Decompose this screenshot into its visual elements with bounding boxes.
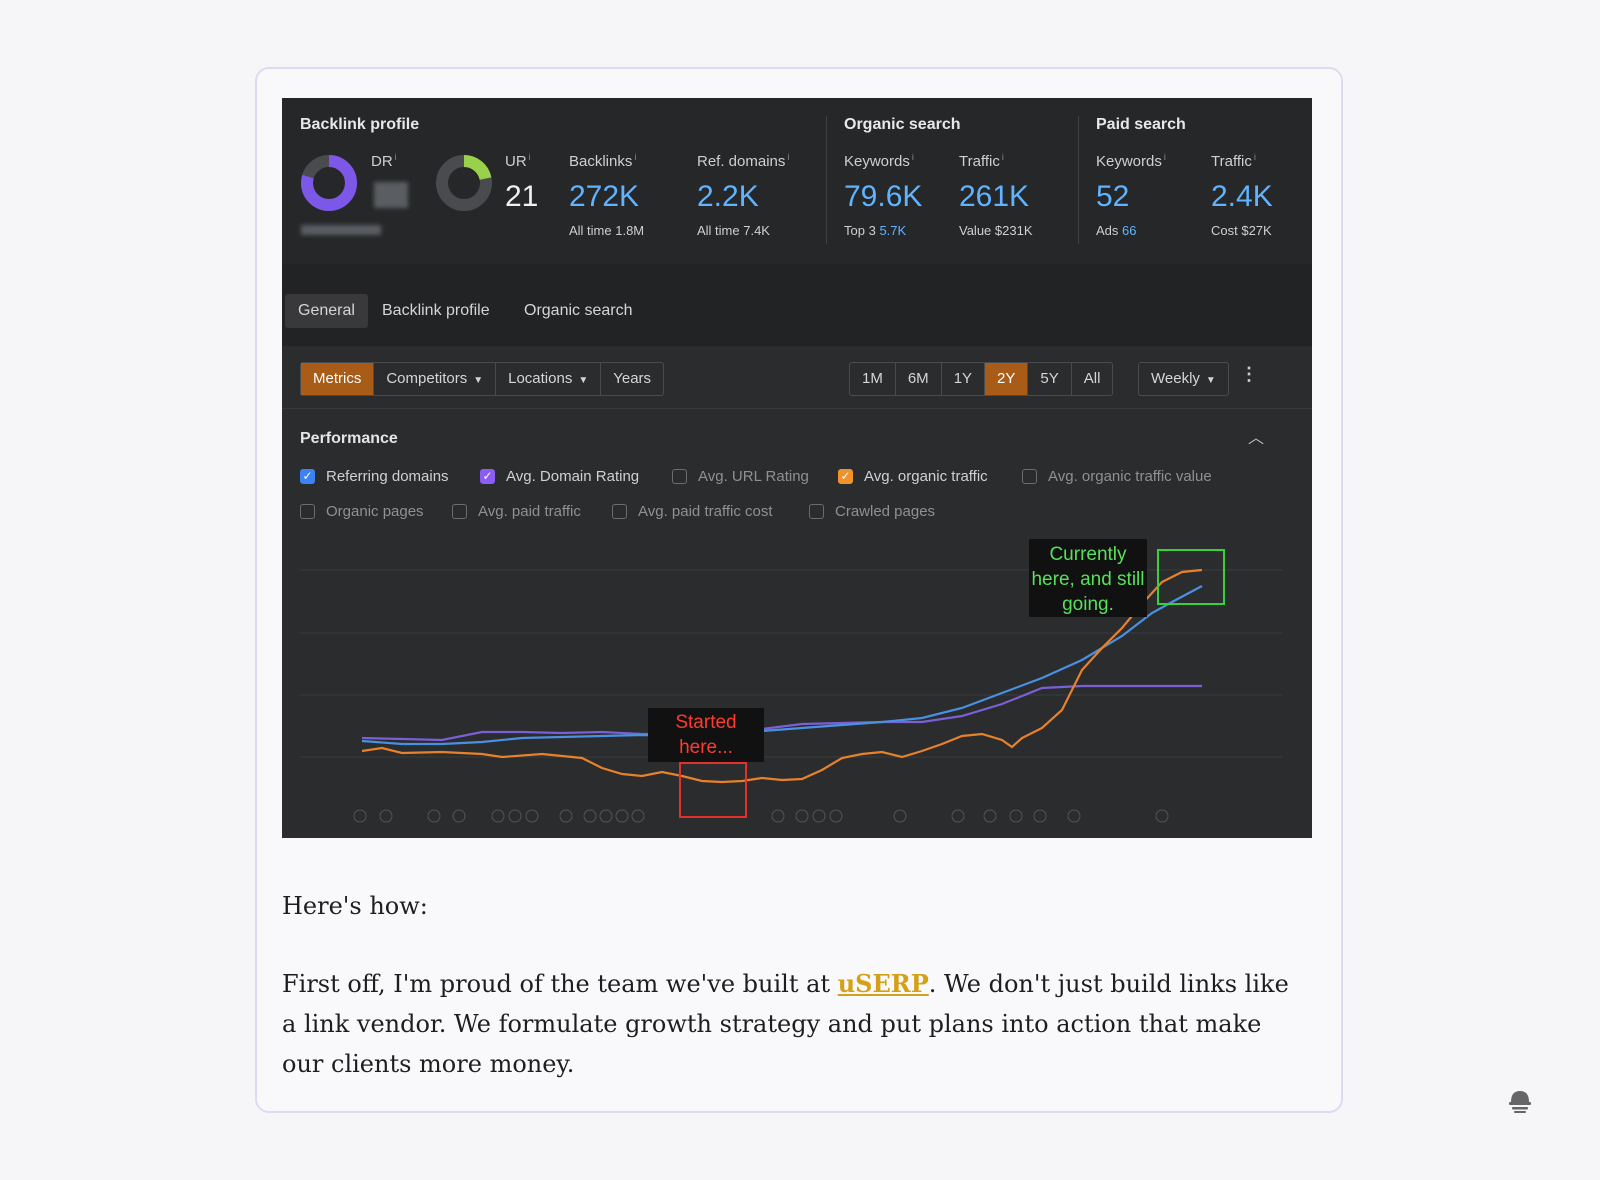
- view-toolbar: Metrics Competitors ▼ Locations ▼ Years: [300, 362, 665, 396]
- years-button[interactable]: Years: [601, 363, 663, 395]
- chevron-up-icon[interactable]: ︿: [1248, 424, 1264, 448]
- ref-domains-value[interactable]: 2.2K: [697, 180, 759, 214]
- start-highlight-box: [679, 762, 747, 818]
- chevron-down-icon: ▼: [578, 375, 589, 386]
- started-here-annotation: Started here...: [648, 708, 764, 762]
- domain-blurred: [301, 225, 381, 235]
- tab-backlink-profile[interactable]: Backlink profile: [369, 294, 503, 328]
- check-icon: ✓: [480, 469, 495, 484]
- locations-dropdown[interactable]: Locations ▼: [496, 363, 602, 395]
- paid-traffic-cost: Cost $27K: [1211, 223, 1272, 238]
- backlinks-value[interactable]: 272K: [569, 180, 639, 214]
- range-6m-button[interactable]: 6M: [896, 363, 942, 395]
- dr-value-blurred: [374, 182, 408, 208]
- checkbox-avg-organic-traffic[interactable]: ✓ Avg. organic traffic: [838, 468, 988, 485]
- userp-link[interactable]: uSERP: [838, 969, 929, 998]
- backlinks-all-time: All time 1.8M: [569, 223, 645, 238]
- interval-dropdown[interactable]: Weekly ▼: [1139, 363, 1228, 395]
- checkbox-avg-url-rating[interactable]: Avg. URL Rating: [672, 468, 809, 485]
- organic-search-title: Organic search: [844, 116, 961, 133]
- organic-keywords-top3: Top 3 5.7K: [844, 223, 907, 238]
- chevron-down-icon: ▼: [1205, 375, 1216, 386]
- dr-donut: [301, 155, 357, 211]
- ref-domains-all-time: All time 7.4K: [697, 223, 770, 238]
- range-1m-button[interactable]: 1M: [850, 363, 896, 395]
- paid-keywords-ads: Ads 66: [1096, 223, 1137, 238]
- organic-traffic-value[interactable]: 261K: [959, 180, 1029, 214]
- paid-keywords-label: Keywords i: [1096, 152, 1166, 170]
- checkbox-crawled-pages[interactable]: Crawled pages: [809, 503, 935, 520]
- ahrefs-screenshot: Backlink profile DR i UR i 21 Backlinks i 2…: [282, 98, 1312, 838]
- paid-search-title: Paid search: [1096, 116, 1186, 133]
- ref-domains-label: Ref. domains i: [697, 152, 790, 170]
- range-1y-button[interactable]: 1Y: [942, 363, 986, 395]
- checkbox-avg-paid-traffic[interactable]: Avg. paid traffic: [452, 503, 581, 520]
- hat-icon[interactable]: [1506, 1086, 1534, 1114]
- paid-keywords-value[interactable]: 52: [1096, 180, 1129, 214]
- tab-general[interactable]: General: [285, 294, 368, 328]
- organic-traffic-value-sub: Value $231K: [959, 223, 1033, 238]
- paid-traffic-label: Traffic i: [1211, 152, 1256, 170]
- checkbox-organic-pages[interactable]: Organic pages: [300, 503, 424, 520]
- checkbox-avg-domain-rating[interactable]: ✓ Avg. Domain Rating: [480, 468, 639, 485]
- metrics-button[interactable]: Metrics: [301, 363, 375, 395]
- range-all-button[interactable]: All: [1072, 363, 1113, 395]
- section-divider: [1078, 116, 1079, 244]
- range-toolbar: 1M 6M 1Y 2Y 5Y All: [849, 362, 1114, 396]
- check-icon: ✓: [838, 469, 853, 484]
- current-highlight-box: [1157, 549, 1225, 605]
- annotation-markers: [353, 809, 1169, 823]
- interval-toolbar: Weekly ▼: [1138, 362, 1229, 396]
- backlink-profile-title: Backlink profile: [300, 116, 420, 133]
- ur-value: 21: [505, 180, 539, 213]
- ur-label: UR i: [505, 152, 531, 170]
- competitors-dropdown[interactable]: Competitors ▼: [374, 363, 497, 395]
- article-paragraph: First off, I'm proud of the team we've b…: [282, 969, 1289, 1078]
- organic-keywords-label: Keywords i: [844, 152, 914, 170]
- section-divider: [826, 116, 827, 244]
- currently-here-annotation: Currently here, and still going.: [1029, 539, 1147, 617]
- performance-title: Performance: [300, 430, 398, 447]
- dr-label: DR i: [371, 152, 397, 170]
- organic-traffic-label: Traffic i: [959, 152, 1004, 170]
- range-5y-button[interactable]: 5Y: [1028, 363, 1072, 395]
- chevron-down-icon: ▼: [473, 375, 484, 386]
- backlinks-label: Backlinks i: [569, 152, 637, 170]
- check-icon: ✓: [300, 469, 315, 484]
- domain-rating-line: [361, 684, 1202, 742]
- range-2y-button[interactable]: 2Y: [985, 363, 1029, 395]
- tab-organic-search[interactable]: Organic search: [511, 294, 646, 328]
- more-options-icon[interactable]: ⋮: [1240, 364, 1258, 385]
- checkbox-avg-organic-traffic-value[interactable]: Avg. organic traffic value: [1022, 468, 1212, 485]
- paid-traffic-value[interactable]: 2.4K: [1211, 180, 1273, 214]
- organic-keywords-value[interactable]: 79.6K: [844, 180, 922, 214]
- divider: [282, 408, 1312, 409]
- checkbox-avg-paid-traffic-cost[interactable]: Avg. paid traffic cost: [612, 503, 773, 520]
- performance-chart: [300, 549, 1282, 823]
- ur-donut: [436, 155, 492, 211]
- section-heading: Here's how:: [282, 892, 428, 920]
- checkbox-referring-domains[interactable]: ✓ Referring domains: [300, 468, 449, 485]
